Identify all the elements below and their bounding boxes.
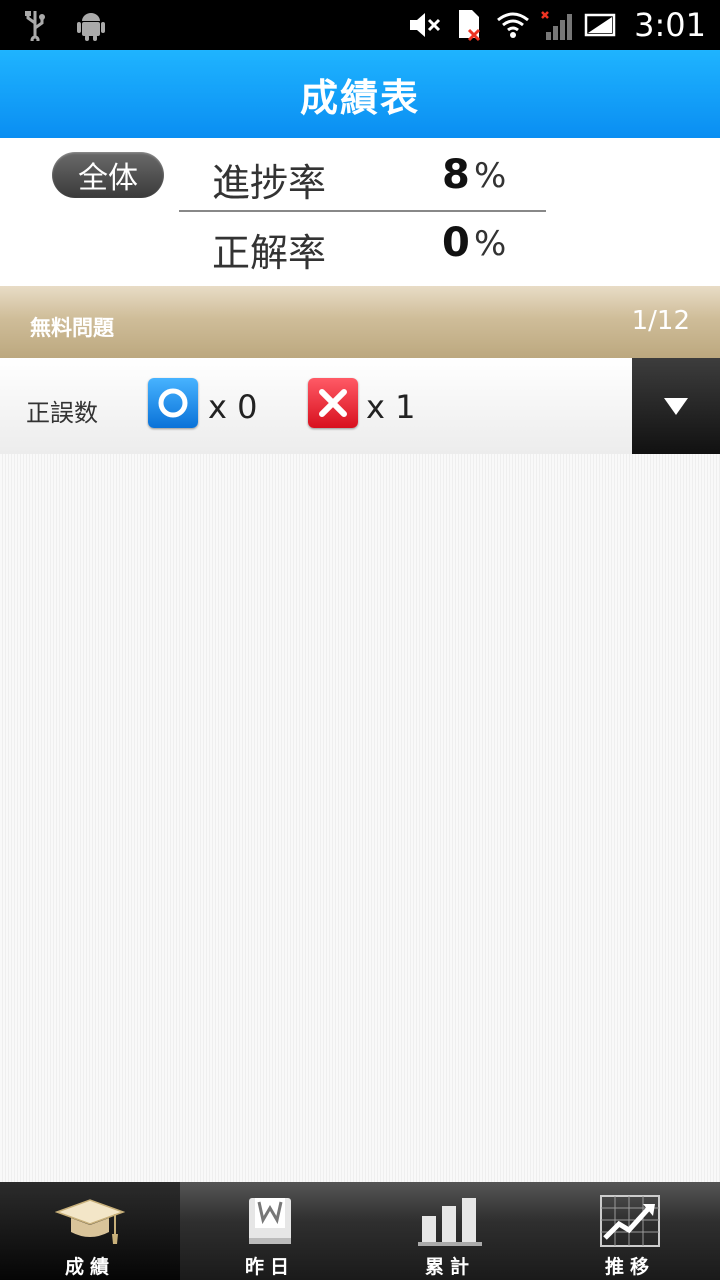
progress-unit: % (474, 156, 507, 196)
tab-label: 推移 (604, 1256, 655, 1278)
sim-card-icon (452, 8, 486, 42)
tab-label: 累計 (424, 1256, 475, 1278)
page-title: 成績表 (299, 75, 420, 120)
section-header: 無料問題 1/12 (0, 286, 720, 358)
signal-icon (540, 8, 574, 42)
chevron-down-icon (664, 398, 688, 415)
mute-icon (408, 8, 442, 42)
graduation-cap-icon (55, 1194, 125, 1248)
bottom-nav: 成績 昨日 累計 推移 (0, 1182, 720, 1280)
title-bar: 成績表 (0, 50, 720, 138)
tab-kinou[interactable]: 昨日 (180, 1182, 360, 1280)
progress-label: 進捗率 (212, 161, 327, 205)
correct-circle-icon (148, 378, 198, 428)
answer-count-label: 正誤数 (26, 399, 98, 427)
correct-count: x 0 (208, 388, 258, 426)
summary-panel: 全体 進捗率 8 % 正解率 0 % (0, 138, 720, 286)
divider (179, 210, 546, 212)
bar-chart-icon (418, 1194, 482, 1248)
usb-icon (18, 8, 52, 42)
tab-label: 成績 (64, 1256, 115, 1278)
progress-value: 8 (442, 152, 470, 198)
answer-count-row[interactable]: 正誤数 x 0 x 1 (0, 358, 720, 454)
battery-icon (584, 8, 618, 42)
tab-seiseki[interactable]: 成績 (0, 1182, 180, 1280)
tab-ruikei[interactable]: 累計 (360, 1182, 540, 1280)
correct-rate-value: 0 (442, 220, 470, 266)
section-title: 無料問題 (30, 316, 114, 340)
book-icon (245, 1194, 295, 1248)
correct-rate-unit: % (474, 224, 507, 264)
scope-badge[interactable]: 全体 (52, 152, 164, 198)
wrong-count: x 1 (366, 388, 416, 426)
section-page-indicator: 1/12 (631, 306, 690, 336)
correct-rate-label: 正解率 (212, 231, 327, 275)
tab-suii[interactable]: 推移 (540, 1182, 720, 1280)
trend-chart-icon (599, 1194, 661, 1248)
wifi-icon (496, 8, 530, 42)
tab-label: 昨日 (244, 1256, 295, 1278)
wrong-cross-icon (308, 378, 358, 428)
status-bar: 3:01 (0, 0, 720, 50)
android-icon (74, 8, 108, 42)
clock: 3:01 (634, 6, 706, 44)
expand-button[interactable] (632, 358, 720, 454)
